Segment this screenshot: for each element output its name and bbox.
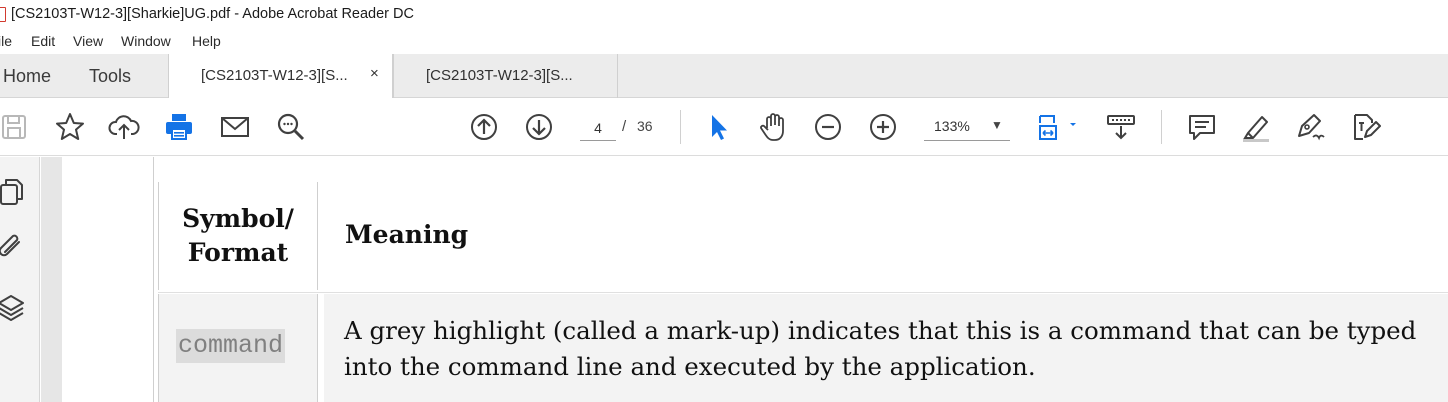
pdf-page: Symbol/ Format Meaning command A grey hi… [62, 157, 1448, 402]
zoom-value: 133% [934, 118, 970, 134]
table-header-meaning: Meaning [345, 220, 469, 249]
scroll-mode-icon[interactable] [1105, 111, 1137, 143]
chevron-down-icon: ▼ [991, 118, 1003, 132]
title-bar: [CS2103T-W12-3][Sharkie]UG.pdf - Adobe A… [0, 0, 1448, 30]
tab-document-label: [CS2103T-W12-3][S... [426, 67, 573, 84]
page-edge [153, 157, 154, 402]
menu-window[interactable]: Window [121, 33, 171, 49]
toolbar-divider [680, 110, 681, 144]
page-down-icon[interactable] [523, 111, 555, 143]
left-navigation-rail [0, 157, 40, 402]
menu-file[interactable]: ile [0, 33, 12, 49]
close-tab-icon[interactable]: × [370, 65, 379, 82]
fit-page-icon[interactable] [1035, 111, 1081, 143]
table-header-symbol: Symbol/ Format [158, 182, 318, 290]
edit-pdf-icon[interactable] [1350, 111, 1382, 143]
layers-icon[interactable] [0, 291, 28, 325]
email-icon[interactable] [219, 111, 251, 143]
cloud-upload-icon[interactable] [108, 111, 140, 143]
tab-home[interactable]: Home [3, 66, 51, 87]
toolbar: / 36 133% ▼ [0, 98, 1448, 156]
pages-icon[interactable] [0, 175, 28, 209]
page-total: 36 [637, 118, 653, 134]
tab-bar: Home Tools [CS2103T-W12-3][S... × [CS210… [0, 54, 1448, 99]
page-up-icon[interactable] [468, 111, 500, 143]
hand-icon[interactable] [758, 111, 790, 143]
command-markup-sample: command [176, 329, 286, 363]
fill-sign-icon[interactable] [1295, 111, 1327, 143]
zoom-in-icon[interactable] [867, 111, 899, 143]
highlight-icon[interactable] [1240, 111, 1272, 143]
tab-document-label: [CS2103T-W12-3][S... [201, 67, 348, 84]
menu-view[interactable]: View [73, 33, 103, 49]
menu-bar: ile Edit View Window Help [0, 30, 1448, 54]
zoom-dropdown[interactable]: 133% ▼ [924, 115, 1010, 141]
menu-edit[interactable]: Edit [31, 33, 55, 49]
tab-document-active[interactable]: [CS2103T-W12-3][S... × [168, 54, 393, 99]
page-gutter [41, 157, 62, 402]
save-icon[interactable] [0, 111, 32, 143]
toolbar-divider [1161, 110, 1162, 144]
table-cell-meaning: A grey highlight (called a mark-up) indi… [344, 316, 1417, 381]
table-divider [158, 292, 1448, 293]
star-icon[interactable] [54, 111, 86, 143]
tab-document[interactable]: [CS2103T-W12-3][S... [393, 54, 618, 99]
print-icon[interactable] [163, 111, 195, 143]
page-number-input[interactable] [580, 115, 616, 141]
zoom-out-icon[interactable] [812, 111, 844, 143]
window-title: [CS2103T-W12-3][Sharkie]UG.pdf - Adobe A… [11, 6, 414, 22]
pdf-file-icon [0, 7, 6, 22]
menu-help[interactable]: Help [192, 33, 221, 49]
table-header-symbol-line1: Symbol/ [182, 204, 294, 233]
comment-icon[interactable] [1186, 111, 1218, 143]
table-header-symbol-text: Symbol/ Format [159, 202, 317, 270]
tab-tools[interactable]: Tools [89, 66, 131, 87]
table-header-symbol-line2: Format [187, 238, 289, 267]
select-cursor-icon[interactable] [703, 111, 735, 143]
page-separator: / [622, 118, 627, 135]
attachment-icon[interactable] [0, 230, 28, 264]
search-icon[interactable] [275, 111, 307, 143]
